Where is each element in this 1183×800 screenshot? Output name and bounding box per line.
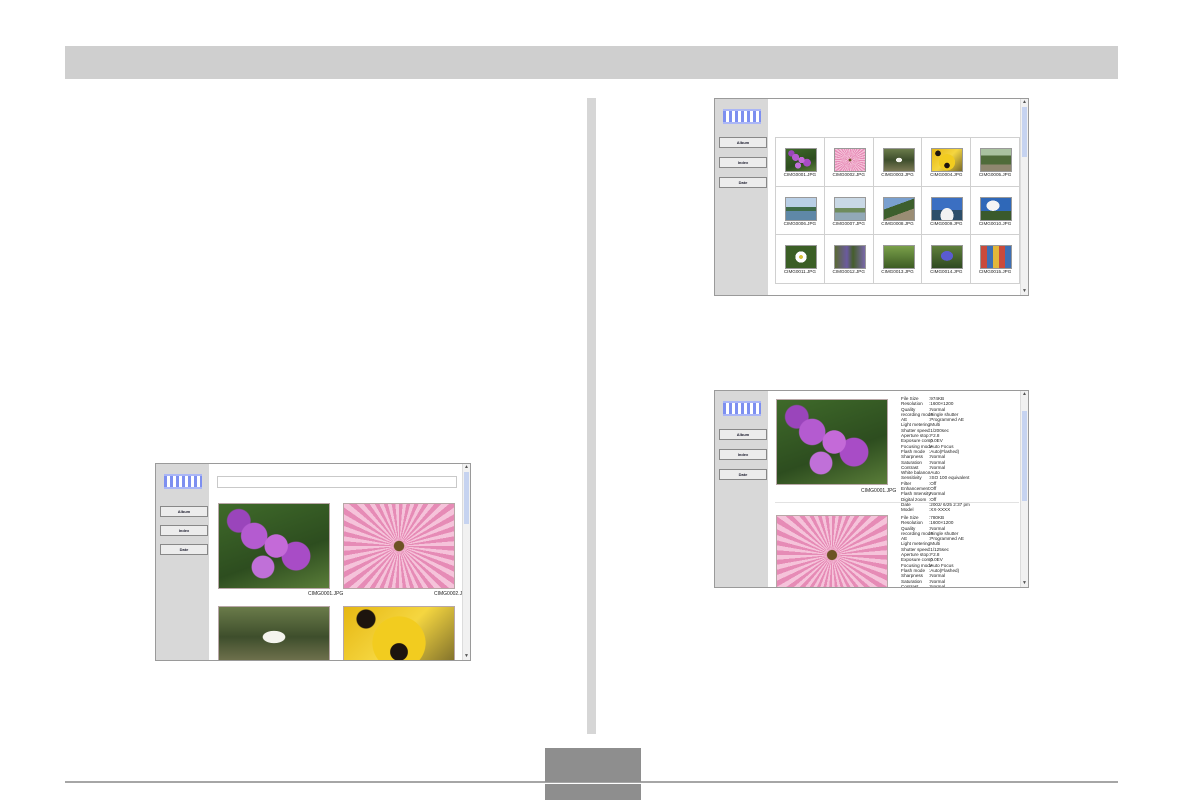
- thumbnail-cell[interactable]: CIMG0009.JPG: [921, 185, 972, 236]
- title-bar-field: [217, 476, 457, 488]
- vertical-scrollbar[interactable]: ▲ ▼: [1020, 391, 1028, 587]
- record-separator: [775, 502, 1019, 503]
- scroll-down-icon[interactable]: ▼: [1021, 288, 1028, 295]
- thumbnail-cell[interactable]: CIMG0007.JPG: [823, 185, 874, 236]
- file-info-values: :974KB :1600×1200 :Normal :Single shutte…: [929, 396, 970, 513]
- thumbnail-image[interactable]: [785, 148, 817, 172]
- thumbnail-image[interactable]: [980, 245, 1013, 270]
- scroll-down-icon[interactable]: ▼: [463, 653, 470, 660]
- thumbnail-grid: CIMG0001.JPG CIMG0002.JPG CIMG0003.JPG CIMG…: [775, 137, 1020, 284]
- scroll-up-icon[interactable]: ▲: [463, 464, 470, 471]
- thumbnail-image[interactable]: [882, 148, 915, 172]
- thumbnail-cell[interactable]: CIMG0012.JPG: [823, 234, 874, 284]
- index-view-window: Album Index Date CIMG0001.JPG CIMG0002.JP…: [714, 98, 1029, 296]
- thumbnail-caption: CIMG0008.JPG: [881, 220, 914, 226]
- thumbnail-image[interactable]: [931, 196, 964, 221]
- thumbnail-cell[interactable]: CIMG0003.JPG: [872, 137, 923, 187]
- thumbnail-image[interactable]: [833, 245, 866, 270]
- thumbnail-image[interactable]: [931, 245, 964, 270]
- photo-yellow-flower[interactable]: [343, 606, 455, 660]
- thumbnail-cell[interactable]: CIMG0002.JPG: [823, 137, 874, 187]
- vertical-scrollbar[interactable]: ▲ ▼: [1020, 99, 1028, 295]
- index-button[interactable]: Index: [160, 525, 208, 536]
- thumbnail-cell[interactable]: CIMG0006.JPG: [775, 185, 825, 236]
- thumbnail-caption: CIMG0002.JPG: [832, 172, 865, 177]
- scroll-thumb[interactable]: [464, 472, 469, 524]
- thumbnail-caption: CIMG0009.JPG: [930, 220, 963, 226]
- thumbnail-caption: CIMG0014.JPG: [930, 269, 963, 275]
- photo-caption: CIMG0001.JPG: [308, 591, 344, 597]
- sidebar: Album Index Date: [715, 99, 768, 295]
- thumbnail-image[interactable]: [833, 196, 866, 221]
- thumbnail-cell[interactable]: CIMG0005.JPG: [970, 137, 1020, 187]
- thumbnail-image[interactable]: [833, 148, 866, 172]
- thumbnail-cell[interactable]: CIMG0013.JPG: [872, 234, 923, 284]
- detail-photo-verbena[interactable]: [776, 399, 888, 485]
- photo-aster[interactable]: [343, 503, 455, 589]
- thumbnail-caption: CIMG0011.JPG: [783, 269, 816, 275]
- thumbnail-image[interactable]: [980, 148, 1013, 172]
- thumbnail-image[interactable]: [980, 196, 1013, 221]
- thumbnail-caption: CIMG0005.JPG: [978, 172, 1012, 177]
- thumbnail-cell[interactable]: CIMG0008.JPG: [872, 185, 923, 236]
- scroll-down-icon[interactable]: ▼: [1021, 580, 1028, 587]
- album-button[interactable]: Album: [719, 137, 767, 148]
- thumbnail-caption: CIMG0010.JPG: [978, 220, 1012, 226]
- scroll-thumb[interactable]: [1022, 411, 1027, 501]
- thumbnail-image[interactable]: [785, 245, 817, 270]
- thumbnail-image[interactable]: [931, 148, 964, 172]
- detail-view-window: Album Index Date CIMG0001.JPG File Size …: [714, 390, 1029, 588]
- header-band: [65, 46, 1118, 79]
- thumbnail-caption: CIMG0012.JPG: [832, 269, 865, 275]
- date-button[interactable]: Date: [160, 544, 208, 555]
- page-number-tab-lower: [545, 784, 641, 800]
- album-logo-icon: [723, 109, 761, 124]
- thumbnail-cell[interactable]: CIMG0011.JPG: [775, 234, 825, 284]
- vertical-scrollbar[interactable]: ▲ ▼: [462, 464, 470, 660]
- scroll-up-icon[interactable]: ▲: [1021, 99, 1028, 106]
- thumbnail-caption: CIMG0015.JPG: [978, 269, 1012, 275]
- album-logo-icon: [164, 474, 202, 489]
- date-button[interactable]: Date: [719, 469, 767, 480]
- photo-lily[interactable]: [218, 606, 330, 660]
- thumbnail-caption: CIMG0006.JPG: [783, 220, 817, 226]
- thumbnail-caption: CIMG0001.JPG: [783, 172, 817, 177]
- album-view-window: Album Index Date CIMG0001.JPG CIMG0002.J…: [155, 463, 471, 661]
- sidebar: Album Index Date: [715, 391, 768, 587]
- sidebar: Album Index Date: [156, 464, 209, 660]
- thumbnail-cell[interactable]: CIMG0015.JPG: [970, 234, 1020, 284]
- page-number-tab: [545, 748, 641, 782]
- thumbnail-cell[interactable]: CIMG0014.JPG: [921, 234, 972, 284]
- thumbnail-image[interactable]: [882, 196, 915, 221]
- thumbnail-caption: CIMG0013.JPG: [881, 269, 914, 275]
- thumbnail-caption: CIMG0007.JPG: [832, 220, 865, 226]
- album-logo-icon: [723, 401, 761, 416]
- scroll-thumb[interactable]: [1022, 107, 1027, 157]
- album-button[interactable]: Album: [719, 429, 767, 440]
- index-button[interactable]: Index: [719, 157, 767, 168]
- detail-photo-aster[interactable]: [776, 515, 888, 587]
- thumbnail-image[interactable]: [882, 245, 915, 270]
- album-button[interactable]: Album: [160, 506, 208, 517]
- thumbnail-caption: CIMG0003.JPG: [881, 172, 914, 177]
- thumbnail-cell[interactable]: CIMG0004.JPG: [921, 137, 972, 187]
- thumbnail-cell[interactable]: CIMG0001.JPG: [775, 137, 825, 187]
- thumbnail-caption: CIMG0004.JPG: [930, 172, 963, 177]
- index-button[interactable]: Index: [719, 449, 767, 460]
- file-info-values: :780KB :1600×1200 :Normal :Single shutte…: [929, 515, 964, 588]
- thumbnail-image[interactable]: [785, 196, 817, 221]
- column-divider: [587, 98, 596, 734]
- date-button[interactable]: Date: [719, 177, 767, 188]
- scroll-up-icon[interactable]: ▲: [1021, 391, 1028, 398]
- detail-caption: CIMG0001.JPG: [861, 488, 897, 494]
- thumbnail-cell[interactable]: CIMG0010.JPG: [970, 185, 1020, 236]
- photo-verbena[interactable]: [218, 503, 330, 589]
